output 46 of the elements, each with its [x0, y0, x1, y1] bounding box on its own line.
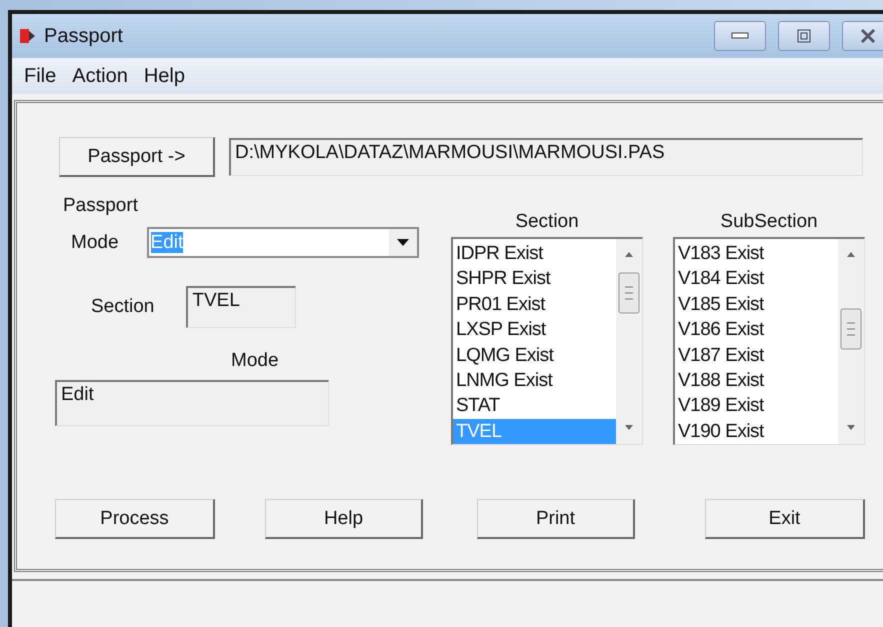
- menu-item[interactable]: Help: [136, 64, 193, 88]
- list-item[interactable]: IDPR Exist: [453, 241, 616, 266]
- action-button[interactable]: Print: [477, 499, 635, 539]
- maximize-icon: [797, 29, 811, 43]
- menu-item[interactable]: Action: [64, 64, 136, 88]
- app-icon: [20, 27, 36, 45]
- list-title: Section: [515, 211, 579, 233]
- dropdown-value: Edit: [150, 232, 184, 252]
- list-item[interactable]: STAT: [453, 393, 616, 419]
- minimize-icon: [731, 32, 749, 40]
- scrollbar[interactable]: [616, 239, 642, 444]
- list-item[interactable]: V189 Exist: [675, 393, 838, 419]
- section-list[interactable]: IDPR Exist SHPR Exist PR01 Exist LXSP Exist LQMG Exist LNMG Exist STAT TVEL: [451, 237, 643, 445]
- list-item[interactable]: V188 Exist: [675, 368, 838, 394]
- mode-label: Mode: [71, 232, 119, 254]
- section-field: TVEL: [186, 286, 296, 328]
- subsection-list[interactable]: V183 Exist V184 Exist V185 Exist V186 Exist V187 Exist V188 Exist V189 Exist V190 Exist: [673, 237, 865, 445]
- section-label: Section: [91, 296, 154, 318]
- list-item[interactable]: V187 Exist: [675, 342, 838, 368]
- list-item[interactable]: V185 Exist: [675, 292, 838, 318]
- minimize-button[interactable]: [714, 21, 766, 51]
- scrollbar[interactable]: [838, 239, 864, 444]
- passport-button[interactable]: Passport ->: [59, 137, 215, 177]
- action-button[interactable]: Exit: [705, 499, 865, 539]
- path-field[interactable]: D:\MYKOLA\DATAZ\MARMOUSI\MARMOUSI.PAS: [229, 138, 863, 176]
- list-item[interactable]: V186 Exist: [675, 317, 838, 342]
- caret-icon: [396, 239, 409, 246]
- close-button[interactable]: [842, 21, 883, 51]
- list-item[interactable]: LQMG Exist: [453, 342, 616, 368]
- menu-item[interactable]: File: [16, 64, 64, 88]
- group-label: Passport: [63, 195, 139, 217]
- list-item[interactable]: V184 Exist: [675, 266, 838, 292]
- list-item[interactable]: LNMG Exist: [453, 368, 616, 394]
- action-button[interactable]: Help: [265, 499, 423, 539]
- close-icon: [860, 28, 876, 44]
- mode-caption: Mode: [231, 350, 280, 372]
- list-item[interactable]: V183 Exist: [675, 241, 838, 266]
- list-title: SubSection: [720, 211, 818, 233]
- mode-field: Edit: [55, 380, 329, 426]
- list-item[interactable]: SHPR Exist: [453, 266, 616, 292]
- maximize-button[interactable]: [778, 21, 830, 51]
- list-item[interactable]: LXSP Exist: [453, 317, 616, 342]
- window-title: Passport: [44, 24, 124, 48]
- list-item[interactable]: V190 Exist: [675, 418, 838, 444]
- action-button[interactable]: Process: [55, 499, 215, 539]
- list-item[interactable]: PR01 Exist: [453, 292, 616, 318]
